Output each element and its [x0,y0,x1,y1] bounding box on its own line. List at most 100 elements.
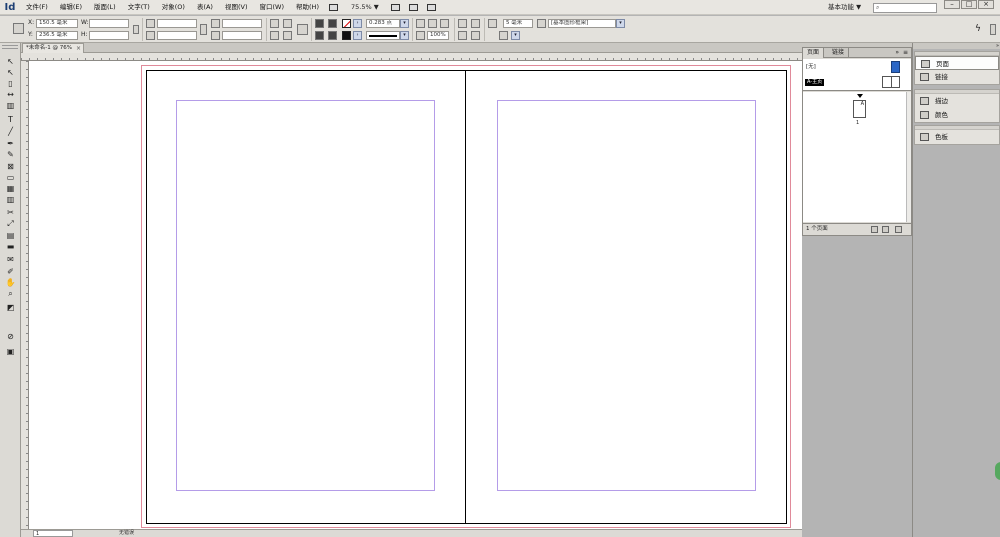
rotation-angle-input[interactable] [222,19,262,28]
gradient-swatch-tool-icon[interactable]: ▤ [4,231,17,241]
dock-item-pages[interactable]: 页面 [915,56,999,70]
rectangle-tool-icon[interactable]: ▭ [4,173,17,183]
horizontal-ruler[interactable] [21,53,802,61]
flip-vertical-icon[interactable] [283,31,292,40]
constrain-proportions-icon[interactable] [133,25,139,34]
effects-icon[interactable] [416,19,425,28]
chevron-down-icon[interactable]: ▾ [511,31,520,40]
menu-view[interactable]: 视图(V) [219,0,254,15]
menu-object[interactable]: 对象(O) [156,0,191,15]
rotate-cw-icon[interactable] [270,19,279,28]
menu-layout[interactable]: 版面(L) [88,0,122,15]
columns-tool-icon[interactable]: ▥ [4,195,17,205]
drop-shadow-icon[interactable] [428,19,437,28]
none-master-label[interactable]: [无] [806,62,816,70]
free-transform-tool-icon[interactable]: ⤢ [4,219,17,229]
menu-edit[interactable]: 编辑(E) [54,0,88,15]
chevron-right-icon[interactable]: › [353,31,362,40]
chevron-down-icon[interactable]: ▾ [616,19,625,28]
page-number-field[interactable]: 1 [33,530,73,537]
select-container-icon[interactable] [315,19,324,28]
note-tool-icon[interactable]: ✉ [4,255,17,265]
collapse-panel-icon[interactable]: » [895,48,899,58]
view-options-icon[interactable] [387,0,405,15]
delete-page-icon[interactable] [895,226,902,233]
menu-type[interactable]: 文字(T) [122,0,156,15]
gradient-feather-tool-icon[interactable]: ▬ [4,242,17,252]
none-master-thumbnail[interactable] [891,61,900,73]
object-style-dropdown[interactable]: [基本图形框架] [548,19,616,28]
flip-horizontal-icon[interactable] [270,31,279,40]
document-canvas[interactable] [29,61,802,529]
dock-item-links[interactable]: 链接 [915,70,999,84]
stroke-weight-input[interactable]: 0.283 点 [366,19,400,28]
pages-panel-scrollbar[interactable] [906,92,911,222]
corner-size-input[interactable]: 5 毫米 [503,19,533,28]
new-page-icon[interactable] [882,226,889,233]
fill-swatch-none-icon[interactable] [342,19,351,28]
pen-tool-icon[interactable]: ✒ [4,139,17,149]
page-size-icon[interactable] [871,226,878,233]
select-previous-icon[interactable] [315,31,324,40]
height-input[interactable] [89,31,129,40]
selection-tool-icon[interactable]: ↖ [4,57,17,67]
stroke-type-selector[interactable] [366,31,400,40]
reference-point-icon[interactable] [13,23,24,34]
apply-none-icon[interactable]: ⊘ [4,332,17,342]
page-thumbnail[interactable]: A [853,100,866,118]
fill-stroke-icon[interactable]: ◩ [4,303,17,313]
chevron-down-icon[interactable]: ▾ [400,31,409,40]
preflight-status[interactable]: 无错误 [119,530,134,537]
tab-pages[interactable]: 页面 [803,48,825,58]
chevron-down-icon[interactable]: ▾ [400,19,409,28]
menu-window[interactable]: 窗口(W) [254,0,291,15]
gap-tool-icon[interactable]: ↔ [4,90,17,100]
quick-apply-icon[interactable]: ϟ [975,24,983,35]
bridge-icon[interactable] [325,0,343,15]
menu-table[interactable]: 表(A) [191,0,219,15]
tools-panel-grip[interactable] [2,45,18,49]
scissors-tool-icon[interactable]: ✂ [4,208,17,218]
panel-menu-icon[interactable]: ≡ [903,48,908,58]
y-position-input[interactable]: 236.5 毫米 [36,31,78,40]
expand-panels-icon[interactable]: » [996,43,999,49]
arrange-documents-icon[interactable] [423,0,441,15]
text-wrap-bbox-icon[interactable] [471,19,480,28]
select-content-icon[interactable] [328,19,337,28]
screen-mode-icon[interactable]: ▣ [4,347,17,357]
scale-y-input[interactable] [157,31,197,40]
document-tab[interactable]: *未命名-1 @ 76% × [22,43,84,53]
close-button[interactable]: × [978,0,994,9]
scale-x-input[interactable] [157,19,197,28]
menu-file[interactable]: 文件(F) [20,0,54,15]
x-position-input[interactable]: 150.5 毫米 [36,19,78,28]
hand-tool-icon[interactable]: ✋ [4,278,17,288]
stroke-swatch-icon[interactable] [342,31,351,40]
content-collector-icon[interactable]: ▥ [4,101,17,111]
maximize-button[interactable]: □ [961,0,977,9]
screen-mode-menu-icon[interactable] [405,0,423,15]
side-tab-handle[interactable] [995,462,1000,480]
opacity-input[interactable]: 100% [427,31,449,40]
direct-selection-tool-icon[interactable]: ↖ [4,68,17,78]
shear-angle-input[interactable] [222,31,262,40]
menu-help[interactable]: 帮助(H) [290,0,325,15]
dock-item-swatches[interactable]: 色板 [915,130,999,144]
chevron-right-icon[interactable]: › [353,19,362,28]
workspace-switcher[interactable]: 基本功能 ▼ [828,0,861,15]
width-input[interactable] [89,19,129,28]
vertical-ruler[interactable] [21,61,29,529]
zoom-level-dropdown[interactable]: 75.5% ▼ [343,0,387,15]
type-tool-icon[interactable]: T [4,115,17,125]
tab-links[interactable]: 链接 [828,48,850,58]
line-tool-icon[interactable]: ╱ [4,127,17,137]
rotate-ccw-icon[interactable] [283,19,292,28]
table-tool-icon[interactable]: ▦ [4,184,17,194]
control-panel-menu-icon[interactable] [990,24,996,35]
text-wrap-none-icon[interactable] [458,19,467,28]
dock-item-color[interactable]: 颜色 [915,108,999,122]
page-tool-icon[interactable]: ▯ [4,79,17,89]
select-next-icon[interactable] [328,31,337,40]
help-search-input[interactable]: ⌕ [873,3,937,13]
eyedropper-tool-icon[interactable]: ✐ [4,267,17,277]
